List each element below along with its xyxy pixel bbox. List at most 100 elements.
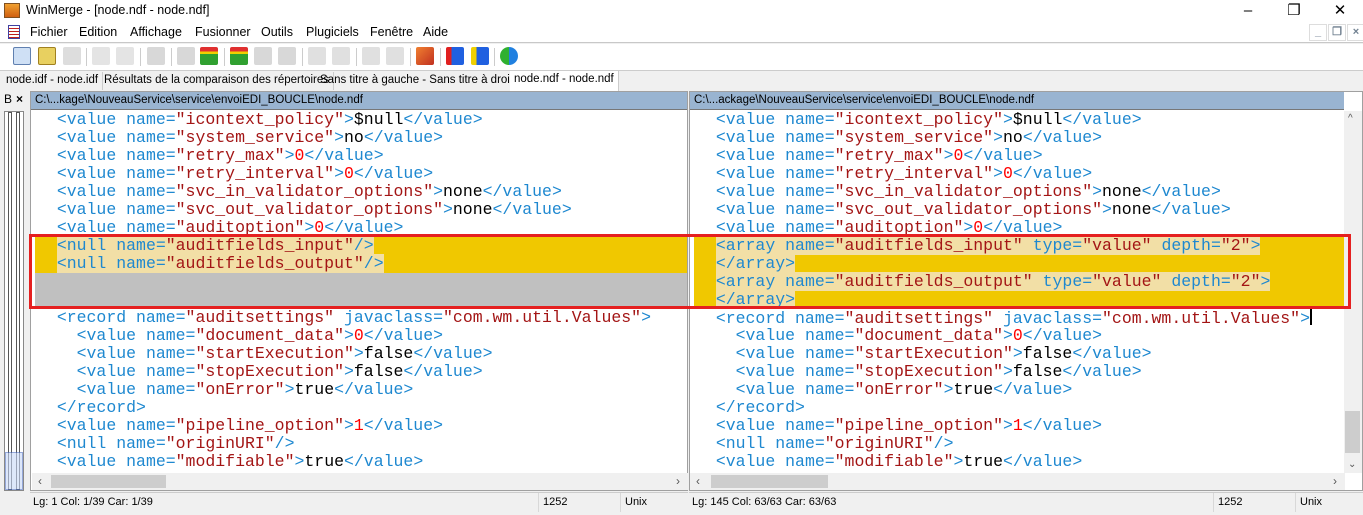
code-line[interactable]: <value name="retry_interval">0</value> xyxy=(35,165,687,183)
code-line[interactable]: <value name="svc_in_validator_options">n… xyxy=(694,183,1344,201)
new-icon[interactable] xyxy=(13,47,31,65)
xml-tag: > xyxy=(561,200,572,219)
code-line[interactable]: <value name="svc_in_validator_options">n… xyxy=(35,183,687,201)
maximize-button[interactable]: ❐ xyxy=(1271,0,1317,22)
right-horizontal-scrollbar[interactable]: ‹ › xyxy=(690,473,1345,490)
xml-tag: > xyxy=(343,326,354,345)
copy-left-advance-icon[interactable] xyxy=(386,47,404,65)
menu-outils[interactable]: Outils xyxy=(261,25,293,39)
left-status-bar: Lg: 1 Col: 1/39 Car: 1/39 1252 Unix xyxy=(30,492,688,512)
menu-fusionner[interactable]: Fusionner xyxy=(195,25,251,39)
mdi-close-button[interactable]: × xyxy=(1347,24,1363,41)
code-line[interactable]: <record name="auditsettings" javaclass="… xyxy=(694,309,1344,328)
code-line[interactable]: </record> xyxy=(35,399,687,417)
xml-attribute: name= xyxy=(785,128,835,147)
tab-node-idf[interactable]: node.idf - node.idf xyxy=(2,72,104,90)
next-diff-icon[interactable] xyxy=(177,47,195,65)
scrollbar-thumb[interactable] xyxy=(1345,411,1360,453)
xml-tag: > xyxy=(993,128,1003,147)
menu-aide[interactable]: Aide xyxy=(423,25,448,39)
xml-tag: </value xyxy=(353,164,424,183)
save-icon[interactable] xyxy=(63,47,81,65)
line-text: <null name="originURI"/> xyxy=(57,434,295,453)
left-hscroll-thumb[interactable] xyxy=(51,475,166,488)
scroll-left-icon[interactable]: ‹ xyxy=(38,474,42,488)
tab-untitled[interactable]: Sans titre à gauche - Sans titre à droit… xyxy=(316,72,525,90)
mdi-minimize-button[interactable]: _ xyxy=(1309,24,1327,41)
menu-affichage[interactable]: Affichage xyxy=(130,25,182,39)
code-line[interactable]: <value name="modifiable">true</value> xyxy=(35,453,687,471)
code-line[interactable]: <value name="pipeline_option">1</value> xyxy=(35,417,687,435)
close-button[interactable]: ✕ xyxy=(1317,0,1363,22)
current-diff-icon[interactable] xyxy=(254,47,272,65)
options-icon[interactable] xyxy=(416,47,434,65)
scroll-up-icon[interactable]: ^ xyxy=(1348,113,1353,124)
code-line[interactable]: <value name="startExecution">false</valu… xyxy=(694,345,1344,363)
redo-icon[interactable] xyxy=(116,47,134,65)
code-line[interactable]: <value name="onError">true</value> xyxy=(694,381,1344,399)
code-line[interactable]: <record name="auditsettings" javaclass="… xyxy=(35,309,687,327)
first-diff-icon[interactable] xyxy=(230,47,248,65)
line-text: <value name="icontext_policy">$null</val… xyxy=(716,110,1142,129)
mdi-restore-button[interactable]: ❐ xyxy=(1328,24,1346,41)
code-line[interactable]: <value name="icontext_policy">$null</val… xyxy=(35,111,687,129)
menu-edition[interactable]: Edition xyxy=(79,25,117,39)
xml-attribute: name= xyxy=(804,380,855,399)
code-line[interactable]: <value name="system_service">no</value> xyxy=(694,129,1344,147)
scroll-left-icon[interactable]: ‹ xyxy=(696,474,700,488)
code-line[interactable]: <value name="svc_out_validator_options">… xyxy=(694,201,1344,219)
all-left-icon[interactable] xyxy=(471,47,489,65)
code-line[interactable]: <null name="originURI"/> xyxy=(35,435,687,453)
code-line[interactable]: <value name="pipeline_option">1</value> xyxy=(694,417,1344,435)
minimize-button[interactable]: – xyxy=(1225,0,1271,22)
tab-folder-compare-results[interactable]: Résultats de la comparaison des répertoi… xyxy=(100,72,335,90)
left-horizontal-scrollbar[interactable]: ‹ › xyxy=(32,473,688,490)
scroll-down-icon[interactable]: ⌄ xyxy=(1348,459,1356,470)
prev-diff-icon[interactable] xyxy=(200,47,218,65)
menu-fichier[interactable]: Fichier xyxy=(30,25,68,39)
menu-fenetre[interactable]: Fenêtre xyxy=(370,25,413,39)
xml-text: true xyxy=(294,380,335,399)
code-line[interactable]: <value name="retry_max">0</value> xyxy=(35,147,687,165)
undo-icon[interactable] xyxy=(92,47,110,65)
refresh-icon[interactable] xyxy=(500,47,518,65)
copy-left-icon[interactable] xyxy=(332,47,350,65)
line-text: <record name="auditsettings" javaclass="… xyxy=(57,308,651,327)
code-line[interactable]: <value name="retry_interval">0</value> xyxy=(694,165,1344,183)
code-line[interactable]: <value name="svc_out_validator_options">… xyxy=(35,201,687,219)
last-diff-icon[interactable] xyxy=(278,47,296,65)
code-line[interactable]: <value name="onError">true</value> xyxy=(35,381,687,399)
xml-tag: <value xyxy=(56,164,117,183)
location-pane[interactable]: B × xyxy=(0,91,28,511)
location-map[interactable] xyxy=(4,111,24,491)
menu-plugiciels[interactable]: Plugiciels xyxy=(306,25,359,39)
tab-node-ndf[interactable]: node.ndf - node.ndf xyxy=(510,71,619,91)
code-line[interactable]: </record> xyxy=(694,399,1344,417)
code-line[interactable]: <value name="system_service">no</value> xyxy=(35,129,687,147)
xml-tag: <value xyxy=(735,326,796,345)
location-viewport[interactable] xyxy=(5,452,23,490)
code-line[interactable]: <value name="document_data">0</value> xyxy=(35,327,687,345)
copy-right-icon[interactable] xyxy=(308,47,326,65)
code-line[interactable]: <value name="stopExecution">false</value… xyxy=(694,363,1344,381)
code-line[interactable]: <value name="modifiable">true</value> xyxy=(694,453,1344,471)
line-text: <value name="retry_max">0</value> xyxy=(57,146,384,165)
open-icon[interactable] xyxy=(38,47,56,65)
code-line[interactable]: <value name="icontext_policy">$null</val… xyxy=(694,111,1344,129)
right-hscroll-thumb[interactable] xyxy=(711,475,828,488)
code-line[interactable]: <value name="stopExecution">false</value… xyxy=(35,363,687,381)
left-cursor-position: Lg: 1 Col: 1/39 Car: 1/39 xyxy=(33,496,153,508)
code-line[interactable]: <value name="startExecution">false</valu… xyxy=(35,345,687,363)
xml-text: false xyxy=(363,344,414,363)
diff-pane-icon[interactable] xyxy=(147,47,165,65)
all-right-icon[interactable] xyxy=(446,47,464,65)
location-pane-close-button[interactable]: × xyxy=(16,92,23,106)
copy-right-advance-icon[interactable] xyxy=(362,47,380,65)
code-line[interactable]: <value name="retry_max">0</value> xyxy=(694,147,1344,165)
xml-string: "document_data" xyxy=(195,326,344,345)
code-line[interactable]: <null name="originURI"/> xyxy=(694,435,1344,453)
scroll-right-icon[interactable]: › xyxy=(676,474,680,488)
scroll-right-icon[interactable]: › xyxy=(1333,474,1337,488)
xml-tag: <value xyxy=(76,326,137,345)
code-line[interactable]: <value name="document_data">0</value> xyxy=(694,327,1344,345)
